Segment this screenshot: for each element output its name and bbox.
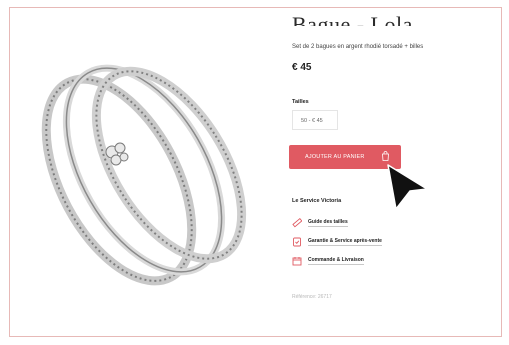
shield-icon [293, 237, 301, 247]
product-image [41, 64, 247, 286]
size-guide-label: Guide des tailles [308, 219, 348, 227]
add-to-cart-label: AJOUTER AU PANIER [305, 154, 365, 160]
product-reference: Référence: 26717 [292, 294, 332, 300]
mouse-cursor-icon [387, 164, 428, 210]
delivery-label: Commande & Livraison [308, 257, 364, 265]
service-title: Le Service Victoria [292, 198, 342, 204]
size-guide-link[interactable]: Guide des tailles [292, 217, 348, 229]
product-title: Bague - Lola [292, 12, 413, 26]
size-select[interactable]: 50 - € 45 [292, 110, 338, 130]
size-label: Tailles [292, 99, 309, 105]
calendar-icon [292, 257, 302, 266]
ruler-icon [292, 218, 302, 228]
product-price: € 45 [292, 62, 312, 73]
shopping-bag-icon [382, 151, 389, 161]
warranty-link[interactable]: Garantie & Service après-vente [292, 236, 382, 248]
warranty-label: Garantie & Service après-vente [308, 238, 382, 246]
delivery-link[interactable]: Commande & Livraison [292, 255, 364, 267]
product-subtitle: Set de 2 bagues en argent rhodié torsadé… [292, 44, 424, 50]
